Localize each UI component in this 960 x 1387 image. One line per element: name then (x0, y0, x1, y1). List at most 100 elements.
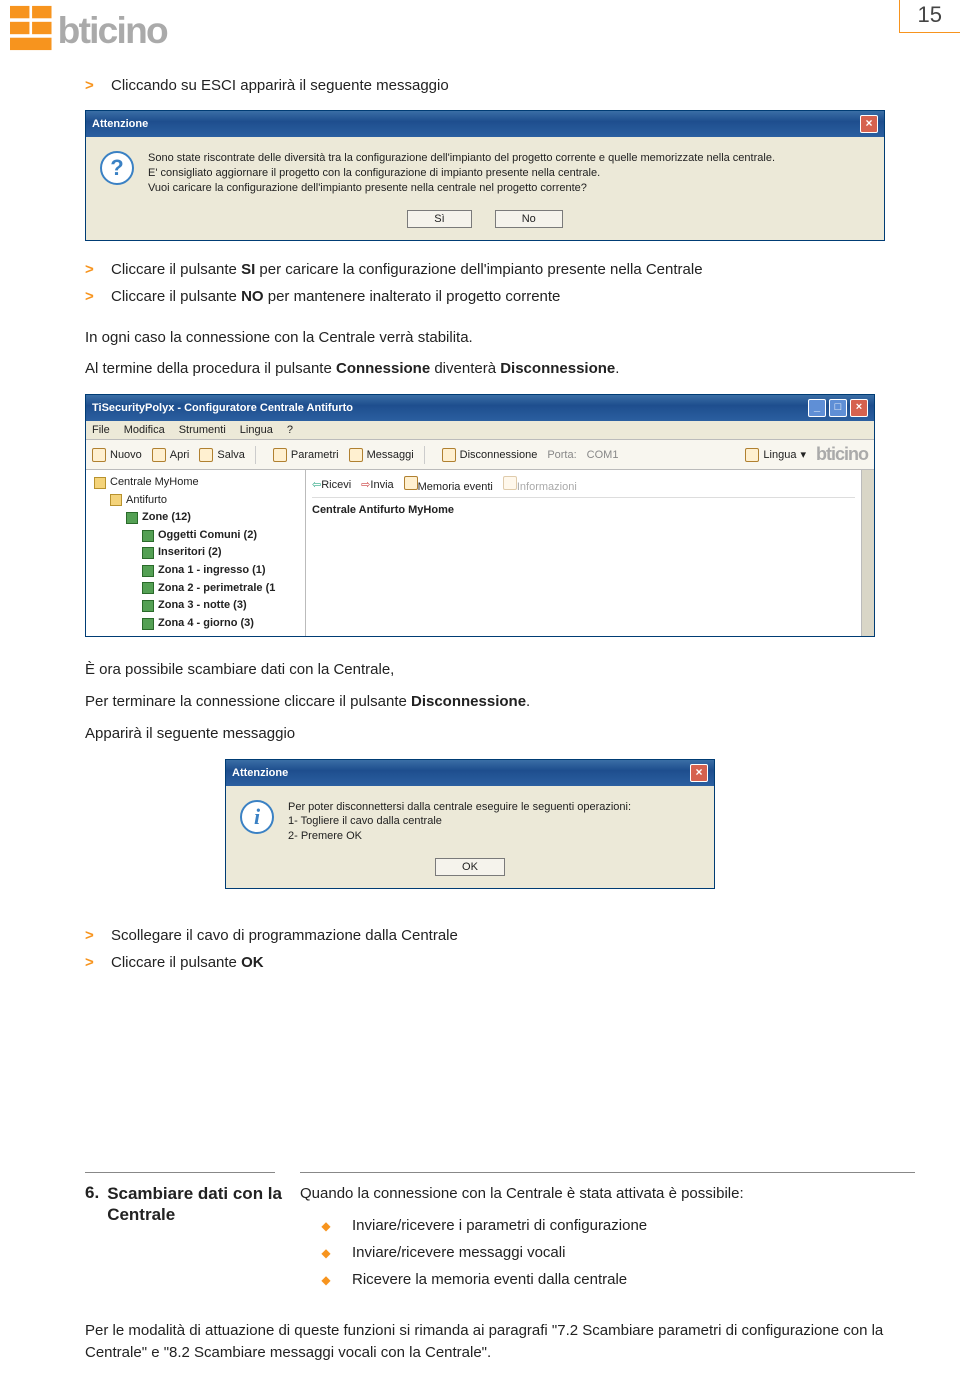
open-icon (152, 448, 166, 462)
minimize-icon[interactable]: _ (808, 399, 826, 417)
bullet-icon: > (85, 259, 111, 280)
sub-memoria[interactable]: Memoria eventi (404, 476, 493, 493)
list-item: ◆Inviare/ricevere i parametri di configu… (300, 1215, 915, 1236)
disconnect-icon (442, 448, 456, 462)
section-intro: Quando la connessione con la Centrale è … (300, 1183, 915, 1205)
menu-file[interactable]: File (92, 424, 110, 436)
dialog-attenzione-1: Attenzione × ? Sono state riscontrate de… (85, 110, 885, 241)
item-icon (142, 530, 154, 542)
body-text: Apparirà il seguente messaggio (85, 723, 915, 745)
instruction-text: Cliccare il pulsante SI per caricare la … (111, 259, 703, 280)
tree-item[interactable]: Zona 3 - notte (3) (158, 597, 247, 615)
body-text: Al termine della procedura il pulsante C… (85, 358, 915, 380)
dialog-message: Sono state riscontrate delle diversità t… (148, 151, 775, 196)
folder-icon (110, 494, 122, 506)
tb-porta-label: Porta: (547, 449, 576, 461)
toolbar: Nuovo Apri Salva Parametri Messaggi Disc… (86, 440, 874, 470)
tb-apri[interactable]: Apri (152, 448, 190, 462)
scrollbar[interactable] (861, 470, 874, 636)
sub-ricevi[interactable]: ⇦Ricevi (312, 478, 351, 491)
sub-invia[interactable]: ⇨Invia (361, 478, 393, 491)
close-icon[interactable]: × (690, 764, 708, 782)
dialog-line: 1- Togliere il cavo dalla centrale (288, 814, 631, 829)
list-item: ◆Inviare/ricevere messaggi vocali (300, 1242, 915, 1263)
dialog-title: Attenzione (232, 767, 288, 779)
item-icon (142, 547, 154, 559)
tree-item[interactable]: Inseritori (2) (158, 544, 222, 562)
maximize-icon[interactable]: □ (829, 399, 847, 417)
tb-salva[interactable]: Salva (199, 448, 245, 462)
no-button[interactable]: No (495, 210, 563, 228)
tree-node[interactable]: Antifurto (126, 492, 167, 510)
dialog-line: E' consigliato aggiornare il progetto co… (148, 166, 775, 181)
section-footer: Per le modalità di attuazione di queste … (0, 1296, 960, 1364)
tree-view[interactable]: Centrale MyHome Antifurto Zone (12) Ogge… (86, 470, 306, 636)
tb-porta-value: COM1 (587, 449, 619, 461)
instruction-text: Scollegare il cavo di programmazione dal… (111, 925, 458, 946)
chevron-down-icon: ▾ (800, 448, 806, 461)
menubar: File Modifica Strumenti Lingua ? (86, 421, 874, 440)
tree-root[interactable]: Centrale MyHome (110, 474, 199, 492)
messages-icon (349, 448, 363, 462)
section-number: 6. (85, 1183, 99, 1226)
app-title: TiSecurityPolyx - Configuratore Centrale… (92, 402, 353, 414)
dialog-line: Per poter disconnettersi dalla centrale … (288, 800, 631, 815)
svg-text:bticino: bticino (58, 9, 168, 51)
body-text: È ora possibile scambiare dati con la Ce… (85, 659, 915, 681)
info-icon: i (240, 800, 274, 834)
close-icon[interactable]: × (860, 115, 878, 133)
params-icon (273, 448, 287, 462)
list-text: Ricevere la memoria eventi dalla central… (352, 1269, 627, 1290)
info-icon (503, 476, 517, 490)
new-icon (92, 448, 106, 462)
tree-node[interactable]: Zone (12) (142, 509, 191, 527)
sub-info: Informazioni (503, 476, 577, 493)
menu-strumenti[interactable]: Strumenti (179, 424, 226, 436)
diamond-icon: ◆ (300, 1269, 352, 1290)
tree-item[interactable]: Zona 4 - giorno (3) (158, 615, 254, 633)
close-icon[interactable]: × (850, 399, 868, 417)
tree-item[interactable]: Oggetti Comuni (2) (158, 527, 257, 545)
menu-modifica[interactable]: Modifica (124, 424, 165, 436)
dialog-title: Attenzione (92, 118, 148, 130)
ok-button[interactable]: OK (435, 858, 505, 876)
menu-lingua[interactable]: Lingua (240, 424, 273, 436)
section-title: Scambiare dati con la Centrale (107, 1183, 300, 1226)
instruction-line: > Scollegare il cavo di programmazione d… (85, 925, 915, 946)
item-icon (142, 600, 154, 612)
menu-help[interactable]: ? (287, 424, 293, 436)
bullet-icon: > (85, 925, 111, 946)
body-text: Per terminare la connessione cliccare il… (85, 691, 915, 713)
lang-icon (745, 448, 759, 462)
app-window: TiSecurityPolyx - Configuratore Centrale… (85, 394, 875, 637)
item-icon (142, 618, 154, 630)
tb-parametri[interactable]: Parametri (273, 448, 339, 462)
list-text: Inviare/ricevere i parametri di configur… (352, 1215, 647, 1236)
bullet-icon: > (85, 286, 111, 307)
diamond-icon: ◆ (300, 1242, 352, 1263)
list-item: ◆Ricevere la memoria eventi dalla centra… (300, 1269, 915, 1290)
bullet-icon: > (85, 75, 111, 96)
dialog-attenzione-2: Attenzione × i Per poter disconnettersi … (225, 759, 715, 890)
yes-button[interactable]: Sì (407, 210, 471, 228)
bullet-icon: > (85, 952, 111, 973)
dialog-line: 2- Premere OK (288, 829, 631, 844)
body-text: In ogni caso la connessione con la Centr… (85, 327, 915, 349)
receive-icon: ⇦ (312, 479, 321, 491)
dialog-titlebar: Attenzione × (86, 111, 884, 137)
folder-icon (94, 477, 106, 489)
app-titlebar: TiSecurityPolyx - Configuratore Centrale… (86, 395, 874, 421)
tb-lingua[interactable]: Lingua▾ (745, 448, 806, 462)
item-icon (142, 582, 154, 594)
tree-item[interactable]: Zona 2 - perimetrale (1 (158, 580, 275, 598)
memory-icon (404, 476, 418, 490)
app-brand: bticino (816, 444, 868, 465)
content-pane: ⇦Ricevi ⇨Invia Memoria eventi Informazio… (306, 470, 861, 636)
tb-nuovo[interactable]: Nuovo (92, 448, 142, 462)
question-icon: ? (100, 151, 134, 185)
instruction-line: > Cliccando su ESCI apparirà il seguente… (85, 75, 915, 96)
tree-item[interactable]: Zona 1 - ingresso (1) (158, 562, 266, 580)
tb-messaggi[interactable]: Messaggi (349, 448, 414, 462)
tb-disconnessione[interactable]: Disconnessione (442, 448, 538, 462)
page-number: 15 (899, 0, 960, 33)
